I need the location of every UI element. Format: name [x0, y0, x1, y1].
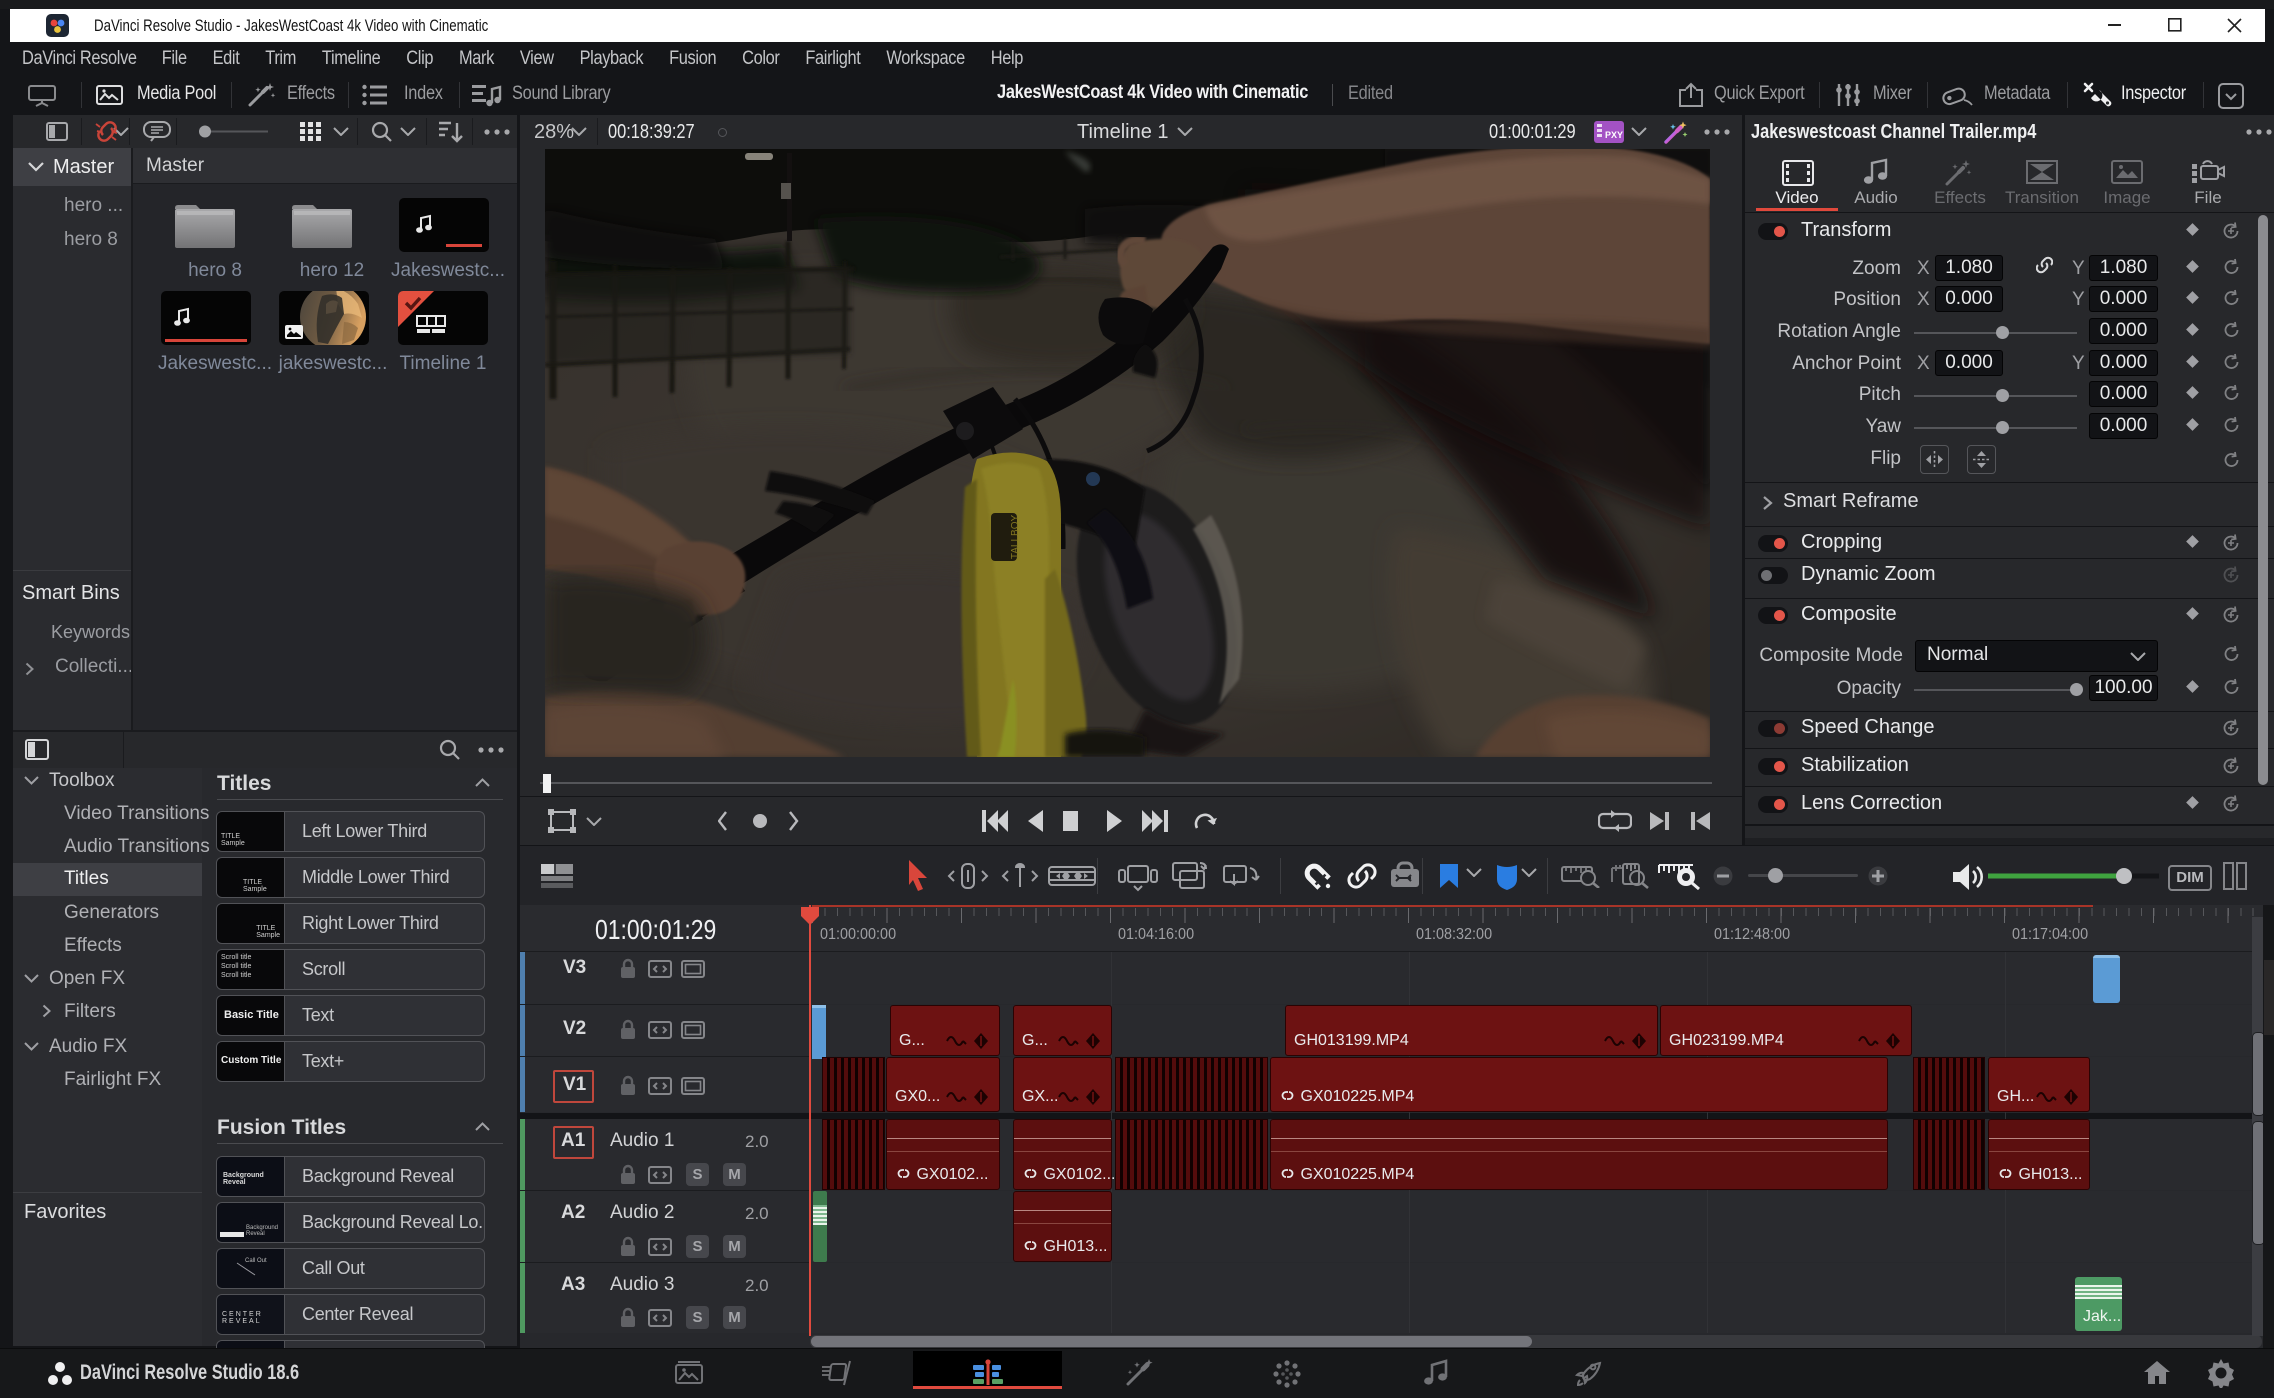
svg-text:Call Out: Call Out	[245, 1258, 267, 1264]
svg-text:PXY: PXY	[1605, 130, 1623, 140]
